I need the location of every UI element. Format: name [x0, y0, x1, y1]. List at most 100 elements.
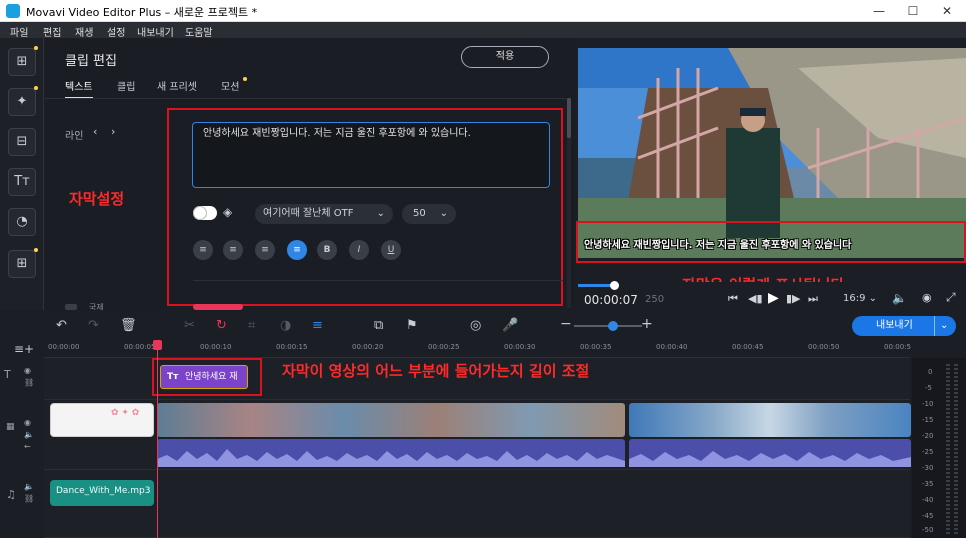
tab-text[interactable]: 텍스트	[65, 78, 93, 99]
playback-handle[interactable]	[610, 281, 619, 290]
ruler-tick: 00:00:5	[884, 343, 911, 351]
align-left-icon[interactable]: ≡	[193, 240, 213, 260]
audio-clip[interactable]: Dance_With_Me.mp3	[50, 480, 154, 506]
crop-icon[interactable]: ⌗	[248, 318, 255, 333]
menu-export[interactable]: 내보내기	[137, 24, 174, 39]
color-adjust-icon[interactable]: ◑	[280, 318, 291, 333]
fill-color-icon[interactable]: ◈	[223, 205, 232, 219]
undo-icon[interactable]: ↶	[56, 318, 67, 333]
zoom-in-icon[interactable]: +	[641, 316, 653, 332]
intro-clip[interactable]: ✿ ✦ ✿	[50, 403, 154, 437]
menu-help[interactable]: 도움말	[185, 24, 213, 39]
tab-clip[interactable]: 클립	[117, 78, 135, 93]
audio-track[interactable]	[44, 470, 910, 538]
video-track-icon: ▦	[6, 422, 15, 432]
playhead-handle[interactable]	[153, 340, 162, 350]
panel-scrollbar[interactable]	[567, 98, 571, 308]
zoom-out-icon[interactable]: −	[560, 316, 572, 332]
subtitle-text-field[interactable]: 안녕하세요 재빈짱입니다. 저는 지금 울진 후포항에 와 있습니다.	[192, 122, 550, 188]
fullscreen-icon[interactable]: ⤢	[946, 290, 956, 305]
prev-frame-icon[interactable]: ◀▮	[748, 292, 763, 305]
menu-settings[interactable]: 설정	[107, 24, 125, 39]
bold-icon[interactable]: B	[317, 240, 337, 260]
ruler-tick: 00:00:00	[48, 343, 80, 351]
redo-icon[interactable]: ↷	[88, 318, 99, 333]
font-select[interactable]: 여기어때 잘난체 OTF ⌄	[255, 204, 393, 224]
apply-button[interactable]: 적용	[461, 46, 549, 68]
export-label: 내보내기	[876, 320, 913, 331]
italic-icon[interactable]: I	[349, 240, 369, 260]
app-icon	[6, 4, 20, 18]
sticker-icon[interactable]: ◔	[8, 208, 36, 236]
next-frame-icon[interactable]: ▮▶	[786, 292, 801, 305]
mute-icon[interactable]: 🔈	[24, 430, 34, 439]
link-icon[interactable]: ⛓	[24, 378, 34, 387]
minimize-button[interactable]: —	[862, 0, 896, 22]
menu-file[interactable]: 파일	[10, 24, 28, 39]
magic-filter-icon[interactable]: ✦	[8, 88, 36, 116]
play-icon[interactable]: ▶	[768, 290, 779, 306]
skip-start-icon[interactable]: ⏮	[728, 292, 738, 306]
cut-icon[interactable]: ✂	[184, 318, 195, 333]
menu-edit[interactable]: 편집	[43, 24, 61, 39]
ruler-tick: 00:00:05	[124, 343, 156, 351]
transition-icon[interactable]: ⊟	[8, 128, 36, 156]
microphone-icon[interactable]: 🎤	[502, 318, 518, 333]
overlay-icon[interactable]: ⧉	[374, 318, 383, 333]
webcam-icon[interactable]: ◎	[470, 318, 481, 333]
audio-clip-label: Dance_With_Me.mp3	[56, 486, 151, 496]
menu-play[interactable]: 재생	[75, 24, 93, 39]
export-dropdown-icon[interactable]: ⌄	[934, 316, 948, 336]
eye-icon[interactable]: ◉	[24, 366, 31, 375]
align-right-icon[interactable]: ≡	[223, 240, 243, 260]
video-clip-2[interactable]	[629, 403, 911, 437]
timeline-ruler[interactable]: 00:00:00 00:00:05 00:00:10 00:00:15 00:0…	[44, 340, 911, 358]
volume-icon[interactable]: 🔈	[892, 291, 907, 305]
level-label: -25	[922, 448, 934, 456]
font-size-select[interactable]: 50 ⌄	[402, 204, 456, 224]
meter-bar-right	[954, 364, 958, 534]
section-divider	[193, 280, 563, 281]
aspect-ratio-select[interactable]: 16:9 ⌄	[843, 293, 877, 304]
text-style-toggle[interactable]	[193, 206, 217, 220]
clip-edit-panel: 클립 편집 적용 텍스트 클립 새 프리셋 모션 라인 ‹ › 자막설정 안녕하…	[45, 38, 575, 312]
level-label: -30	[922, 464, 934, 472]
ruler-tick: 00:00:35	[580, 343, 612, 351]
clip-properties-icon[interactable]: ≡	[312, 318, 323, 333]
skip-end-icon[interactable]: ⏭	[808, 292, 818, 306]
video-clip-1[interactable]	[157, 403, 625, 437]
align-justify-icon[interactable]: ≡	[255, 240, 275, 260]
level-label: -50	[922, 526, 934, 534]
level-label: 0	[928, 368, 933, 376]
line-next-icon[interactable]: ›	[111, 125, 115, 138]
ruler-tick: 00:00:25	[428, 343, 460, 351]
close-button[interactable]: ✕	[930, 0, 964, 22]
delete-icon[interactable]: 🗑	[120, 318, 137, 333]
arrow-icon[interactable]: ←	[24, 442, 31, 451]
more-tools-icon[interactable]: ⊞	[8, 250, 36, 278]
scrollbar-thumb[interactable]	[567, 98, 571, 138]
link-icon[interactable]: ⛓	[24, 494, 34, 503]
tab-motion[interactable]: 모션	[221, 78, 239, 93]
import-icon[interactable]: ⊞	[8, 48, 36, 76]
title-icon[interactable]: Tт	[8, 168, 36, 196]
ruler-tick: 00:00:20	[352, 343, 384, 351]
rotate-icon[interactable]: ↻	[216, 318, 227, 333]
align-center-icon[interactable]: ≡	[287, 240, 307, 260]
marker-icon[interactable]: ⚑	[406, 318, 418, 333]
export-button[interactable]: 내보내기 ⌄	[852, 316, 956, 336]
underline-icon[interactable]: U	[381, 240, 401, 260]
notify-dot	[243, 77, 247, 81]
font-select-value: 여기어때 잘난체 OTF	[263, 208, 354, 219]
add-track-icon[interactable]: ≡+	[14, 342, 34, 356]
eye-icon[interactable]: ◉	[24, 418, 31, 427]
maximize-button[interactable]: ☐	[896, 0, 930, 22]
toggle-knob	[194, 207, 206, 219]
playhead[interactable]	[157, 340, 158, 538]
snapshot-icon[interactable]: ◉	[922, 291, 932, 304]
line-prev-icon[interactable]: ‹	[93, 125, 97, 138]
zoom-handle[interactable]	[608, 321, 618, 331]
tab-new-preset[interactable]: 새 프리셋	[157, 78, 197, 93]
level-label: -5	[925, 384, 932, 392]
mute-icon[interactable]: 🔈	[24, 482, 34, 491]
